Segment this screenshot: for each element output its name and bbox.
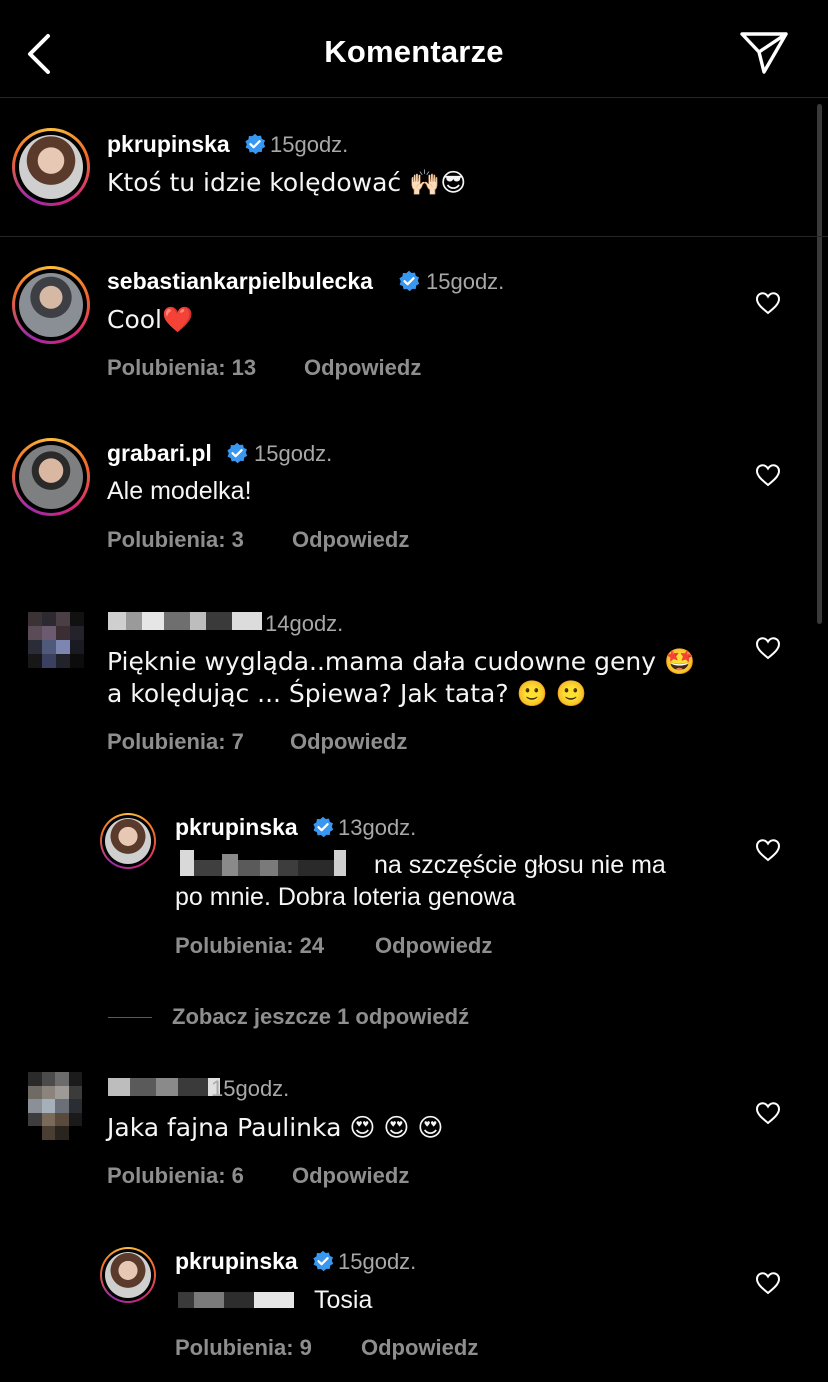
comment-text: Jaka fajna Paulinka 😍 😍 😍 <box>107 1113 444 1142</box>
comment-text: na szczęście głosu nie ma <box>374 851 666 879</box>
username[interactable]: grabari.pl <box>107 440 212 467</box>
heart-icon[interactable] <box>755 1271 781 1295</box>
avatar[interactable] <box>28 1072 82 1140</box>
verified-badge-icon <box>245 133 266 155</box>
username[interactable]: pkrupinska <box>107 131 230 158</box>
reply-button[interactable]: Odpowiedz <box>361 1335 478 1361</box>
comment-text: po mnie. Dobra loteria genowa <box>175 883 516 911</box>
verified-badge-icon <box>313 1250 334 1272</box>
paper-plane-icon <box>740 32 788 74</box>
likes-count[interactable]: Polubienia: 6 <box>107 1163 244 1189</box>
verified-badge-icon <box>399 270 420 292</box>
likes-count[interactable]: Polubienia: 24 <box>175 933 324 959</box>
reply-button[interactable]: Odpowiedz <box>375 933 492 959</box>
avatar[interactable] <box>28 612 84 668</box>
avatar[interactable] <box>100 1247 156 1303</box>
comment-text: Pięknie wygląda..mama dała cudowne geny … <box>107 647 696 676</box>
page-title: Komentarze <box>324 34 504 69</box>
timestamp: 15godz. <box>211 1076 290 1101</box>
avatar[interactable] <box>12 438 90 516</box>
comment-text: Ale modelka! <box>107 477 252 505</box>
share-button[interactable] <box>738 28 790 78</box>
reply-button[interactable]: Odpowiedz <box>292 527 409 553</box>
view-more-replies-button[interactable]: Zobacz jeszcze 1 odpowiedź <box>172 1004 469 1030</box>
heart-icon[interactable] <box>755 1101 781 1125</box>
likes-count[interactable]: Polubienia: 3 <box>107 527 244 553</box>
reply-button[interactable]: Odpowiedz <box>304 355 421 381</box>
hidden-username <box>108 612 262 630</box>
verified-badge-icon <box>313 816 334 838</box>
comment-text: Cool❤️ <box>107 305 194 334</box>
avatar[interactable] <box>100 813 156 869</box>
hidden-mention <box>178 1292 294 1308</box>
hidden-mention <box>180 850 346 876</box>
timestamp: 15godz. <box>254 441 333 466</box>
timestamp: 15godz. <box>270 132 349 157</box>
username[interactable]: pkrupinska <box>175 1248 298 1275</box>
likes-count[interactable]: Polubienia: 9 <box>175 1335 312 1361</box>
heart-icon[interactable] <box>755 636 781 660</box>
reply-button[interactable]: Odpowiedz <box>292 1163 409 1189</box>
timestamp: 13godz. <box>338 815 417 840</box>
verified-badge-icon <box>227 442 248 464</box>
username[interactable]: pkrupinska <box>175 814 298 841</box>
comment-text: Tosia <box>314 1286 373 1314</box>
username[interactable]: sebastiankarpielbulecka <box>107 268 373 295</box>
timestamp: 15godz. <box>426 269 505 294</box>
heart-icon[interactable] <box>755 463 781 487</box>
likes-count[interactable]: Polubienia: 7 <box>107 729 244 755</box>
reply-button[interactable]: Odpowiedz <box>290 729 407 755</box>
post-caption: pkrupinska 15godz. Ktoś tu idzie kolędow… <box>0 98 828 237</box>
heart-icon[interactable] <box>755 838 781 862</box>
timestamp: 14godz. <box>265 611 344 636</box>
likes-count[interactable]: Polubienia: 13 <box>107 355 256 381</box>
heart-icon[interactable] <box>755 291 781 315</box>
avatar[interactable] <box>12 266 90 344</box>
avatar[interactable] <box>12 128 90 206</box>
comment-text: a kolędując ... Śpiewa? Jak tata? 🙂 🙂 <box>107 679 587 708</box>
caption-text: Ktoś tu idzie kolędować 🙌🏻😎 <box>107 168 467 197</box>
timestamp: 15godz. <box>338 1249 417 1274</box>
replies-divider <box>108 1017 152 1018</box>
header-bar: Komentarze <box>0 0 828 98</box>
hidden-username <box>108 1078 220 1096</box>
